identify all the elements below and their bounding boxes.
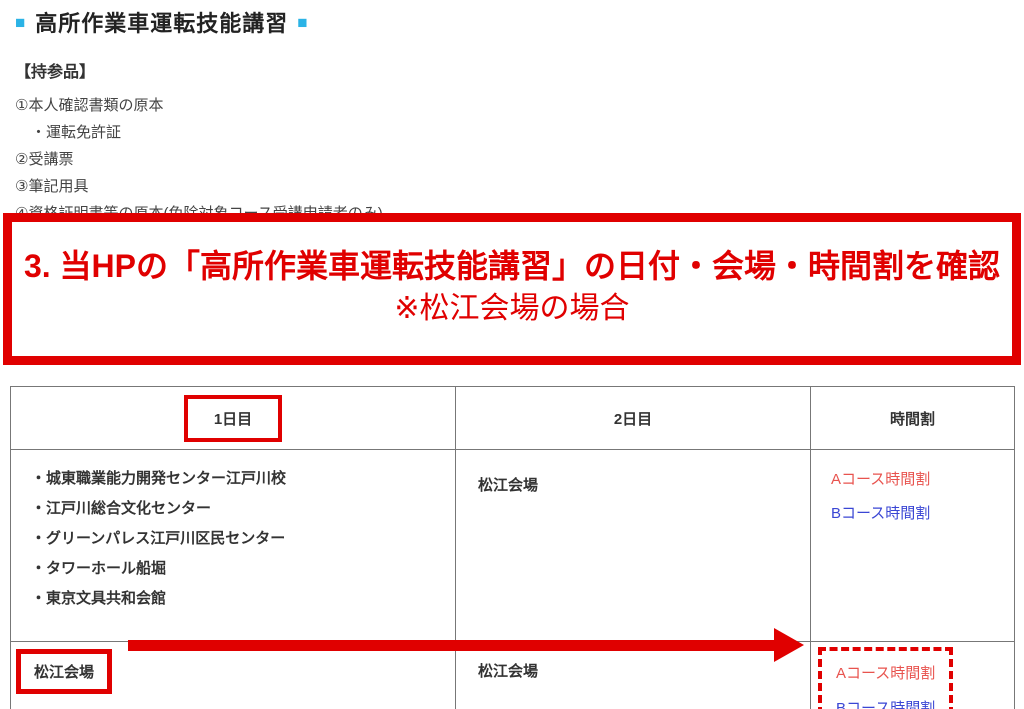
- belonging-item-2: ②受講票: [15, 151, 383, 169]
- venue-item-3: ・グリーンパレス江戸川区民センター: [31, 524, 455, 554]
- belongings-section: 【持参品】 ①本人確認書類の原本 ・運転免許証 ②受講票 ③筆記用具 ④資格証明…: [15, 58, 383, 232]
- step3-callout-box: 3. 当HPの「高所作業車運転技能講習」の日付・会場・時間割を確認 ※松江会場の…: [3, 213, 1021, 365]
- row1-day2-cell: 松江会場: [456, 450, 811, 642]
- row1-a-course-schedule-link[interactable]: Aコース時間割: [831, 468, 1014, 489]
- venue-item-1: ・城東職業能力開発センター江戸川校: [31, 464, 455, 494]
- red-arrow-head-icon: [774, 628, 804, 662]
- row2-day2-cell: 松江会場: [456, 642, 811, 709]
- belonging-item-1: ①本人確認書類の原本: [15, 97, 383, 115]
- venue-item-4: ・タワーホール船堀: [31, 554, 455, 584]
- row1-b-course-schedule-link[interactable]: Bコース時間割: [831, 502, 1014, 523]
- table-header-row: 1日目 2日目 時間割: [11, 387, 1015, 450]
- callout-line-1: 3. 当HPの「高所作業車運転技能講習」の日付・会場・時間割を確認: [12, 246, 1012, 286]
- red-arrow-shaft: [128, 640, 776, 651]
- belonging-item-3: ③筆記用具: [15, 178, 383, 196]
- table-row-matsue: 松江会場 松江会場 Aコース時間割 Bコース時間割: [11, 642, 1015, 709]
- title-square-right-icon: ■: [297, 14, 308, 31]
- callout-line-2: ※松江会場の場合: [12, 291, 1012, 327]
- belonging-item-1-sub: ・運転免許証: [15, 124, 383, 142]
- page: ■ 高所作業車運転技能講習 ■ 【持参品】 ①本人確認書類の原本 ・運転免許証 …: [0, 0, 1024, 709]
- header-schedule: 時間割: [811, 387, 1015, 450]
- row2-day1-cell: 松江会場: [11, 642, 456, 709]
- venue-item-2: ・江戸川総合文化センター: [31, 494, 455, 524]
- row2-day1-venue: 松江会場: [34, 664, 94, 681]
- row1-schedule-cell: Aコース時間割 Bコース時間割: [811, 450, 1015, 642]
- page-title: ■ 高所作業車運転技能講習 ■: [15, 6, 309, 38]
- row2-a-course-schedule-link[interactable]: Aコース時間割: [836, 662, 935, 683]
- header-day1-label: 1日目: [214, 411, 252, 428]
- belongings-heading: 【持参品】: [15, 58, 383, 82]
- page-title-text: 高所作業車運転技能講習: [35, 6, 288, 38]
- title-square-left-icon: ■: [15, 14, 26, 31]
- table-row-edogawa: ・城東職業能力開発センター江戸川校 ・江戸川総合文化センター ・グリーンパレス江…: [11, 450, 1015, 642]
- schedule-dashed-highlight-box: Aコース時間割 Bコース時間割: [818, 647, 953, 709]
- row2-schedule-cell: Aコース時間割 Bコース時間割: [811, 642, 1015, 709]
- header-day1: 1日目: [11, 387, 456, 450]
- header-day2: 2日目: [456, 387, 811, 450]
- venue-item-5: ・東京文具共和会館: [31, 584, 455, 614]
- matsue-red-highlight-box: 松江会場: [16, 649, 112, 694]
- day1-red-highlight-box: 1日目: [184, 395, 282, 442]
- row1-day1-cell: ・城東職業能力開発センター江戸川校 ・江戸川総合文化センター ・グリーンパレス江…: [11, 450, 456, 642]
- venue-schedule-table: 1日目 2日目 時間割 ・城東職業能力開発センター江戸川校 ・江戸川総合文化セン…: [10, 386, 1015, 709]
- row1-day2-venue: 松江会場: [478, 477, 538, 494]
- row2-day2-venue: 松江会場: [478, 663, 538, 680]
- row2-b-course-schedule-link[interactable]: Bコース時間割: [836, 697, 935, 709]
